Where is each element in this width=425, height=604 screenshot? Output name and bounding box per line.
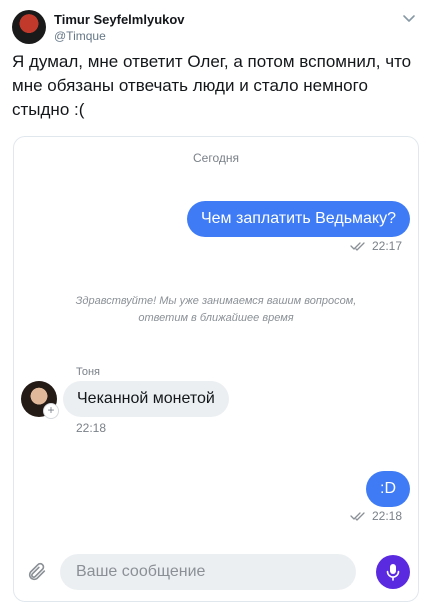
message-time: 22:17 <box>371 239 402 253</box>
message-time: 22:18 <box>371 509 402 523</box>
paperclip-icon[interactable] <box>26 561 48 583</box>
message-composer <box>14 545 418 601</box>
chat-screenshot: Сегодня Чем заплатить Ведьмаку? 22:17 Зд… <box>13 136 419 602</box>
outgoing-message-bubble: Чем заплатить Ведьмаку? <box>186 201 410 237</box>
author-handle[interactable]: @Timque <box>54 29 106 43</box>
plus-icon: + <box>43 403 59 419</box>
message-meta: 22:17 <box>350 239 402 253</box>
chevron-down-icon[interactable] <box>401 10 417 26</box>
message-input[interactable] <box>60 554 356 590</box>
author-name[interactable]: Timur Seyfelmlyukov <box>54 12 185 27</box>
message-meta: 22:18 <box>350 509 402 523</box>
author-avatar[interactable] <box>12 10 46 44</box>
message-time: 22:18 <box>76 421 107 435</box>
double-check-icon <box>350 242 365 251</box>
tweet-header: Timur Seyfelmlyukov @Timque <box>12 10 417 44</box>
system-message: Здравствуйте! Мы уже занимаемся вашим во… <box>75 295 357 324</box>
tweet-text: Я думал, мне ответит Олег, а потом вспом… <box>12 52 412 119</box>
incoming-message-bubble: Чеканной монетой <box>63 381 229 417</box>
sender-name: Тоня <box>76 366 101 378</box>
microphone-button[interactable] <box>376 555 410 589</box>
outgoing-message-bubble: :D <box>366 471 410 507</box>
date-separator: Сегодня <box>193 151 239 165</box>
double-check-icon <box>350 512 365 521</box>
microphone-icon <box>386 564 400 581</box>
